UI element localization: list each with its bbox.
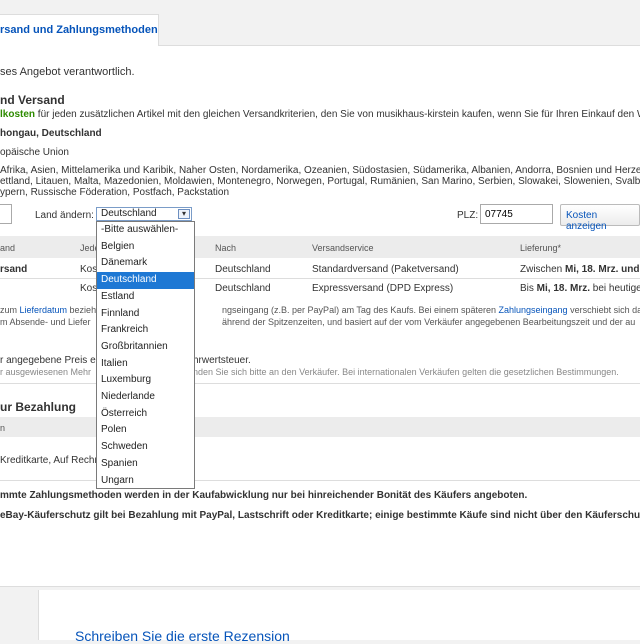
dropdown-option[interactable]: Schweden xyxy=(97,439,194,456)
price-note-2a: r ausgewiesenen Mehr xyxy=(0,367,92,377)
item-location: hongau, Deutschland xyxy=(0,128,102,139)
country-select[interactable]: Deutschland ▾ xyxy=(96,207,192,221)
tab-label: rsand und Zahlungsmethoden xyxy=(0,24,158,36)
dropdown-option[interactable]: Belgien xyxy=(97,239,194,256)
dropdown-option[interactable]: Finnland xyxy=(97,306,194,323)
delivery-note-2a: m Absende- und Liefer xyxy=(0,317,91,327)
tab-bar: rsand und Zahlungsmethoden xyxy=(0,0,640,47)
dropdown-option[interactable]: Estland xyxy=(97,289,194,306)
payment-note-1: mmte Zahlungsmethoden werden in der Kauf… xyxy=(0,490,528,501)
dropdown-option[interactable]: Großbritannien xyxy=(97,339,194,356)
excluded-line-3: ypern, Russische Föderation, Postfach, P… xyxy=(0,187,230,198)
quantity-input[interactable] xyxy=(0,204,12,224)
price-note-a: r angegebene Preis ent xyxy=(0,355,104,366)
delivery-date-link[interactable]: Lieferdatum xyxy=(20,305,68,315)
excluded-line-1: Afrika, Asien, Mittelamerika und Karibik… xyxy=(0,165,640,176)
payment-heading: ur Bezahlung xyxy=(0,400,77,414)
col-header-to: Nach xyxy=(215,243,237,253)
delivery-note-2b: ährend der Spitzenzeiten, und basiert au… xyxy=(222,317,636,327)
chevron-down-icon[interactable]: ▾ xyxy=(178,209,190,219)
col-header-service: Versandservice xyxy=(312,243,374,253)
dropdown-option[interactable]: Niederlande xyxy=(97,389,194,406)
show-costs-button[interactable]: Kosten anzeigen xyxy=(560,204,640,232)
excluded-line-2: ettland, Litauen, Malta, Mazedonien, Mol… xyxy=(0,176,640,187)
dropdown-option[interactable]: Spanien xyxy=(97,456,194,473)
col-header-delivery: Lieferung* xyxy=(520,243,562,253)
payment-methods: Kreditkarte, Auf Rechn xyxy=(0,455,101,466)
price-note-2b: nden Sie sich bitte an den Verkäufer. Be… xyxy=(193,367,619,377)
show-costs-label: Kosten anzeigen xyxy=(566,210,607,232)
dropdown-option[interactable]: Italien xyxy=(97,356,194,373)
tab-shipping-payment[interactable]: rsand und Zahlungsmethoden xyxy=(0,14,159,47)
dropdown-option[interactable]: Deutschland xyxy=(97,272,194,289)
plz-input[interactable] xyxy=(480,204,553,224)
delivery-note-1: zum Lieferdatum bezieh xyxy=(0,305,97,315)
dropdown-option[interactable]: Frankreich xyxy=(97,322,194,339)
combined-shipping-label: lkosten xyxy=(0,109,36,120)
dropdown-option[interactable]: Dänemark xyxy=(97,255,194,272)
price-note-b: hrwertsteuer. xyxy=(193,355,251,366)
combined-shipping-text: lkosten für jeden zusätzlichen Artikel m… xyxy=(0,109,640,120)
country-label: Land ändern: xyxy=(35,210,94,221)
col-header-service-name: and xyxy=(0,243,16,253)
payment-receipt-link[interactable]: Zahlungseingang xyxy=(499,305,568,315)
plz-label: PLZ: xyxy=(457,210,479,221)
responsibility-text: ses Angebot verantwortlich. xyxy=(0,66,135,78)
dropdown-option[interactable]: Ungarn xyxy=(97,473,194,490)
payment-col-header: n xyxy=(0,423,6,433)
country-selected-value: Deutschland xyxy=(101,208,157,219)
dropdown-option[interactable]: -Bitte auswählen- xyxy=(97,222,194,239)
dropdown-option[interactable]: Österreich xyxy=(97,406,194,423)
reviews-section: Schreiben Sie die erste Rezension xyxy=(38,590,640,644)
ships-to: opäische Union xyxy=(0,147,69,158)
dropdown-option[interactable]: Polen xyxy=(97,422,194,439)
country-dropdown-list[interactable]: -Bitte auswählen- Belgien Dänemark Deutschl… xyxy=(96,221,195,489)
delivery-note-1b: ngseingang (z.B. per PayPal) am Tag des … xyxy=(222,305,640,315)
payment-note-2: eBay-Käuferschutz gilt bei Bezahlung mit… xyxy=(0,510,640,521)
dropdown-option[interactable]: Luxemburg xyxy=(97,372,194,389)
write-review-link[interactable]: Schreiben Sie die erste Rezension xyxy=(75,628,290,644)
shipping-heading: nd Versand xyxy=(0,93,65,107)
